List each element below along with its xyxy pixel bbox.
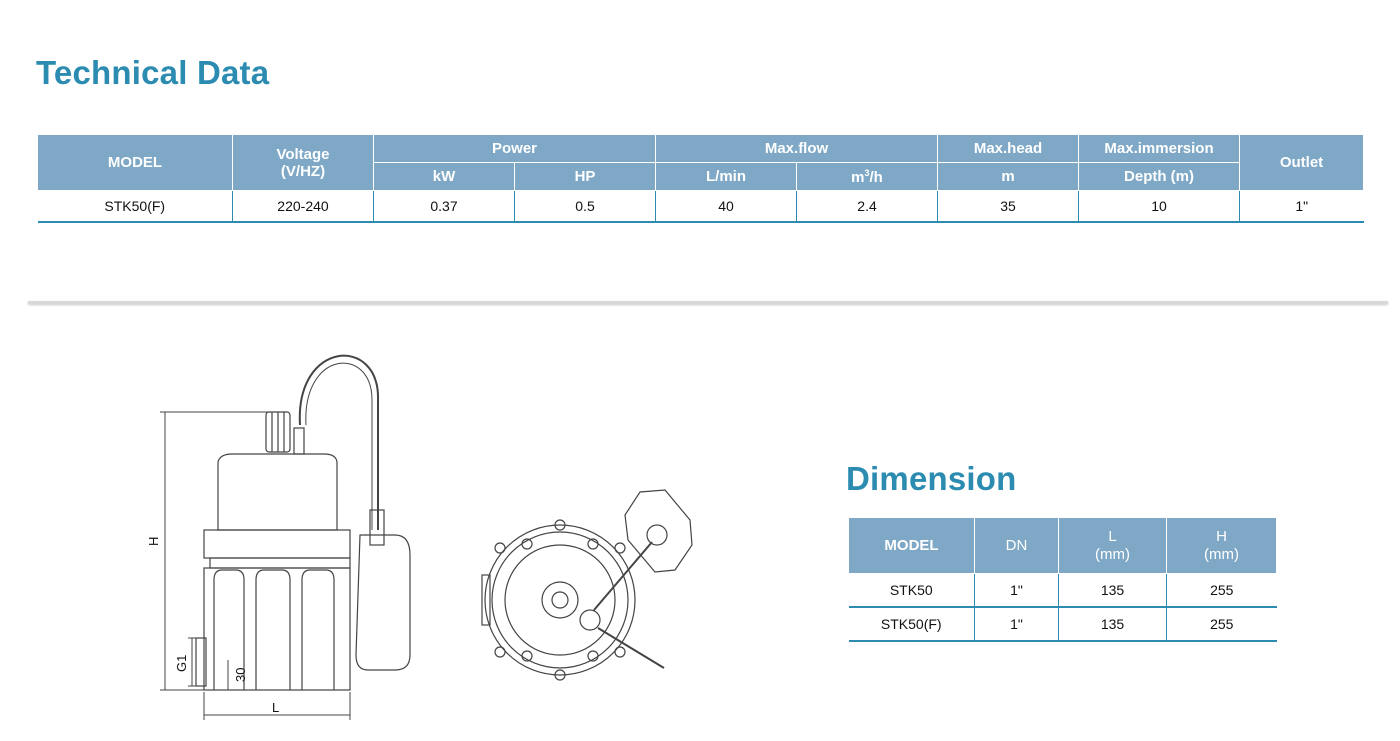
dim-l-label: L	[1108, 527, 1117, 545]
col-hp-header: HP	[513, 162, 657, 191]
technical-data-table: MODEL Voltage (V/HZ) Power Max.flow Max.…	[37, 134, 1365, 223]
pump-side-view	[195, 354, 411, 691]
cell-depth: 10	[1078, 190, 1240, 223]
dim-cell-l: 135	[1058, 573, 1167, 608]
dim-cell-dn: 1"	[974, 607, 1059, 642]
dim-cell-model: STK50(F)	[848, 607, 975, 642]
table-row: STK50(F) 1" 135 255	[848, 607, 1277, 642]
cell-kw: 0.37	[373, 190, 515, 223]
col-maxhead-header: Max.head	[937, 134, 1080, 163]
pump-technical-drawing: H L G1 30	[146, 354, 693, 720]
voltage-label: Voltage	[276, 145, 330, 163]
dimension-table: MODEL DN L (mm) H (mm) STK50 1" 135 255 …	[848, 517, 1277, 642]
label-g1: G1	[174, 655, 189, 672]
cell-lmin: 40	[655, 190, 797, 223]
col-maxim-header: Max.immersion	[1078, 134, 1241, 163]
cell-voltage: 220-240	[232, 190, 374, 223]
header-row-top: MODEL Voltage (V/HZ) Power Max.flow Max.…	[37, 134, 1365, 191]
col-outlet-header: Outlet	[1239, 134, 1365, 191]
section-divider	[28, 301, 1388, 304]
label-l: L	[272, 700, 279, 715]
col-model-header: MODEL	[37, 134, 233, 191]
voltage-unit: (V/HZ)	[280, 162, 326, 180]
dim-col-l: L (mm)	[1058, 517, 1167, 574]
dim-col-h: H (mm)	[1166, 517, 1277, 574]
col-lmin-header: L/min	[655, 162, 798, 191]
dim-cell-l: 135	[1058, 607, 1167, 642]
col-kw-header: kW	[373, 162, 515, 191]
col-m3h-header: m3/h	[796, 162, 939, 191]
col-power-header: Power	[372, 134, 657, 163]
dim-header-row: MODEL DN L (mm) H (mm)	[848, 517, 1277, 574]
dim-cell-dn: 1"	[974, 573, 1059, 608]
m3h-base: m	[851, 168, 865, 186]
pump-top-view	[481, 489, 693, 681]
m3h-tail: /h	[869, 168, 883, 186]
cell-hp: 0.5	[513, 190, 656, 223]
table-row: STK50 1" 135 255	[848, 573, 1277, 608]
label-30: 30	[233, 668, 248, 682]
cell-m3h: 2.4	[796, 190, 938, 223]
cell-model: STK50(F)	[37, 190, 233, 223]
dim-l-unit: (mm)	[1095, 545, 1130, 563]
cell-head: 35	[937, 190, 1079, 223]
label-h: H	[146, 537, 161, 546]
cell-outlet: 1"	[1239, 190, 1364, 223]
col-m-header: m	[937, 162, 1080, 191]
dim-col-dn: DN	[974, 517, 1059, 574]
dim-cell-h: 255	[1166, 607, 1277, 642]
table-row: STK50(F) 220-240 0.37 0.5 40 2.4 35 10 1…	[37, 190, 1364, 223]
dimension-title: Dimension	[846, 460, 1017, 497]
dim-h-unit: (mm)	[1204, 545, 1239, 563]
col-maxflow-header: Max.flow	[655, 134, 939, 163]
dim-col-model: MODEL	[848, 517, 975, 574]
dim-cell-model: STK50	[848, 573, 975, 608]
dim-h-label: H	[1216, 527, 1227, 545]
dimension-lines	[160, 411, 351, 720]
col-voltage-header: Voltage (V/HZ)	[232, 134, 374, 191]
dim-cell-h: 255	[1166, 573, 1277, 608]
technical-data-title: Technical Data	[36, 54, 270, 91]
col-depth-header: Depth (m)	[1078, 162, 1241, 191]
